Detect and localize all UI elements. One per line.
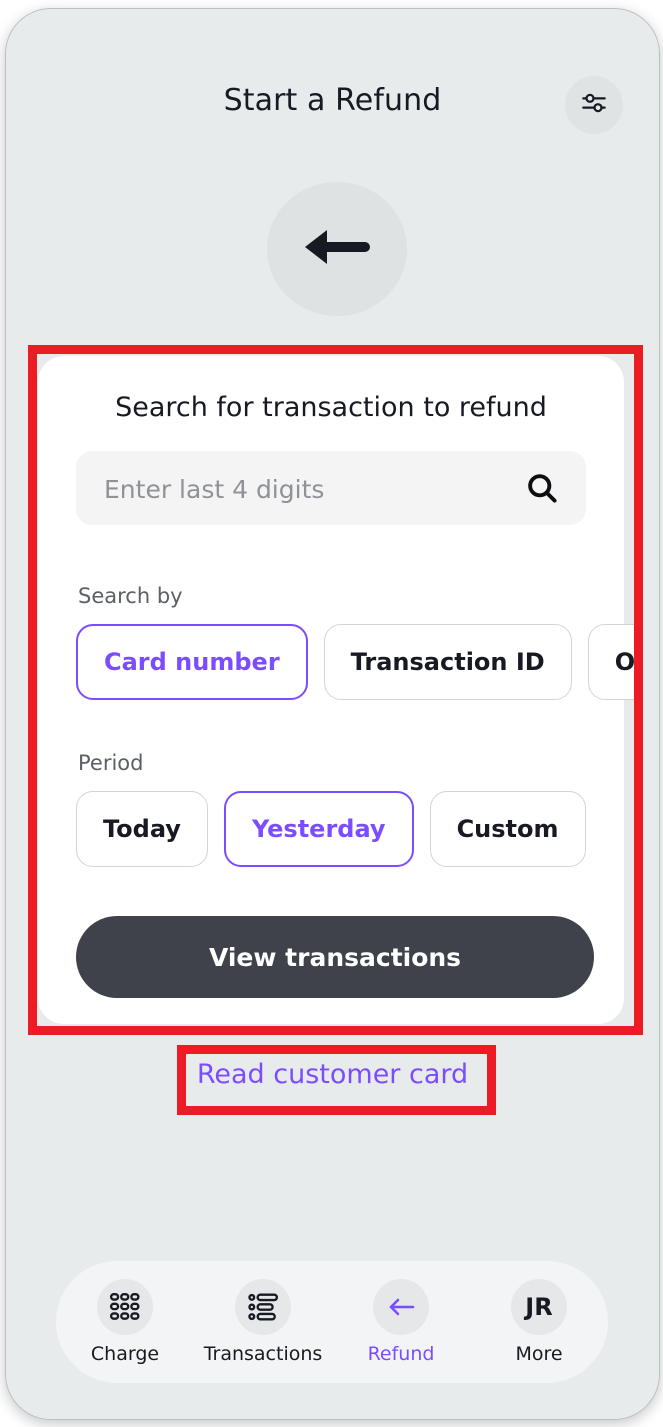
period-label: Period: [78, 751, 144, 775]
chip-today[interactable]: Today: [76, 791, 208, 867]
nav-label-more: More: [515, 1343, 563, 1365]
filter-settings-button[interactable]: [565, 76, 623, 134]
chip-custom[interactable]: Custom: [429, 791, 586, 867]
sliders-icon: [578, 87, 610, 123]
search-icon[interactable]: [524, 470, 560, 506]
chip-yesterday[interactable]: Yesterday: [223, 791, 414, 867]
phone-frame: Start a Refund Search for transaction to…: [5, 8, 660, 1420]
nav-item-transactions[interactable]: Transactions: [198, 1279, 328, 1365]
nav-label-transactions: Transactions: [203, 1343, 323, 1365]
nav-label-charge: Charge: [90, 1343, 160, 1365]
view-transactions-button[interactable]: View transactions: [76, 916, 594, 998]
app-screen: Start a Refund Search for transaction to…: [6, 9, 659, 1419]
search-by-label: Search by: [78, 584, 183, 608]
search-by-chip-row[interactable]: Card number Transaction ID Order: [76, 624, 636, 700]
period-chip-row[interactable]: Today Yesterday Custom: [76, 791, 624, 867]
app-header: Start a Refund: [6, 71, 659, 147]
nav-item-charge[interactable]: Charge: [60, 1279, 190, 1365]
chip-order[interactable]: Order: [587, 624, 636, 700]
arrow-left-icon: [295, 220, 379, 278]
arrow-left-icon: [373, 1279, 429, 1335]
read-customer-card-link[interactable]: Read customer card: [6, 1059, 659, 1090]
card-title: Search for transaction to refund: [115, 392, 547, 423]
list-lines-icon: [235, 1279, 291, 1335]
nav-label-refund: Refund: [367, 1343, 435, 1365]
search-input[interactable]: [102, 451, 506, 527]
nav-item-refund[interactable]: Refund: [336, 1279, 466, 1365]
nav-item-more[interactable]: JR More: [474, 1279, 604, 1365]
bottom-navigation-bar: Charge Transactions Refund JR More: [56, 1261, 608, 1383]
avatar: JR: [511, 1279, 567, 1335]
search-transaction-card: Search for transaction to refund Search …: [38, 356, 636, 1024]
keypad-grid-icon: [97, 1279, 153, 1335]
chip-card-number[interactable]: Card number: [76, 624, 308, 700]
back-button[interactable]: [267, 182, 407, 316]
chip-transaction-id[interactable]: Transaction ID: [323, 624, 572, 700]
page-title: Start a Refund: [223, 83, 442, 118]
search-field: [76, 451, 586, 527]
